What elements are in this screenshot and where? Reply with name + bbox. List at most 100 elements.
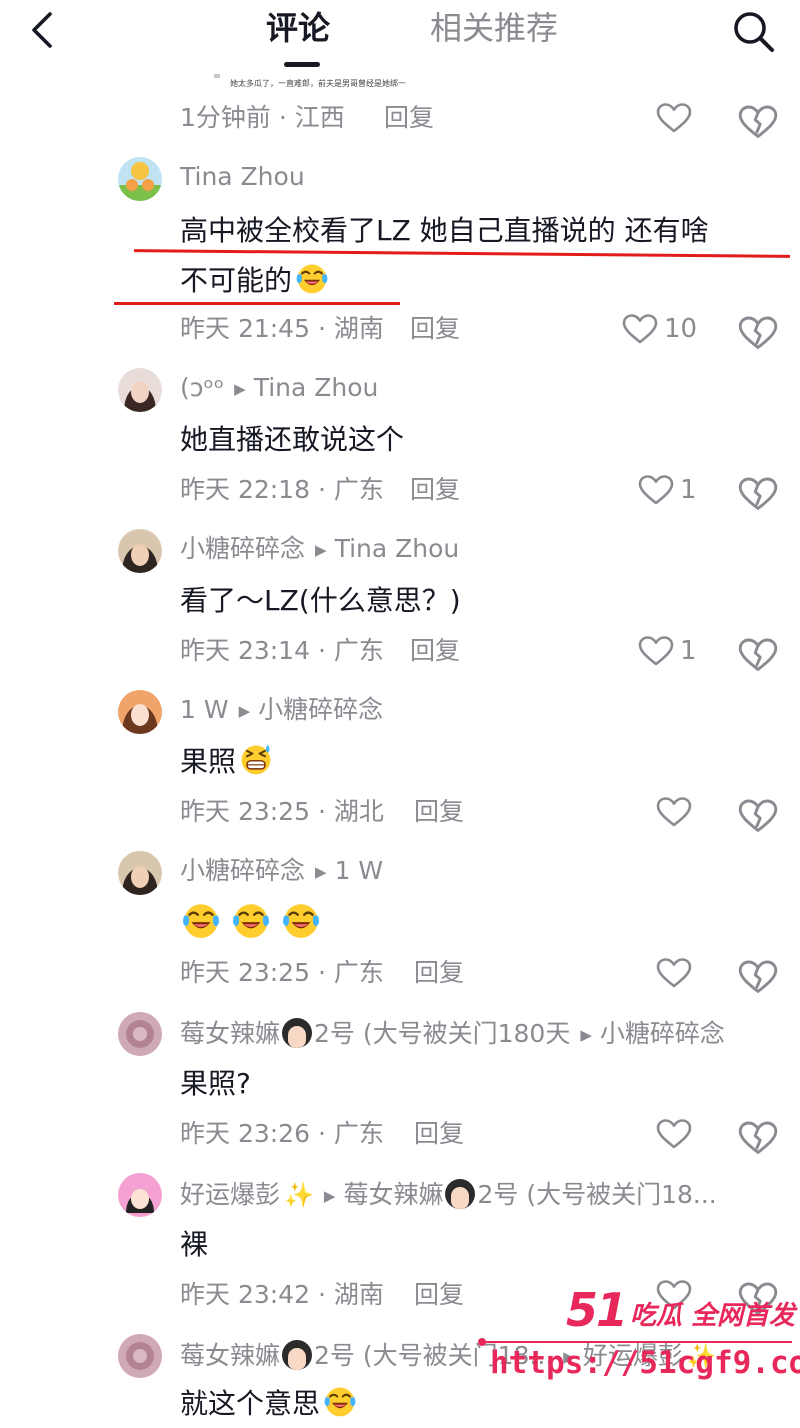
heart-icon — [638, 474, 674, 506]
avatar[interactable] — [118, 529, 162, 573]
reply-button[interactable]: 回复 — [410, 631, 460, 671]
comment-text: 就这个意思 — [180, 1380, 358, 1428]
reply-button[interactable]: 回复 — [410, 309, 460, 349]
dislike-icon[interactable] — [738, 635, 778, 675]
comment-username[interactable]: 小糖碎碎念 — [180, 534, 305, 563]
comment-username-line: (ͻᵒᵒ ▶ Tina Zhou — [180, 368, 378, 408]
crying-laughing-emoji-icon — [180, 899, 222, 941]
like-button[interactable] — [656, 1114, 746, 1154]
dislike-icon[interactable] — [738, 474, 778, 514]
woman-emoji-icon — [282, 1018, 313, 1048]
comment-text-line1: 高中被全校看了LZ 她自己直播说的 还有啥 — [180, 214, 709, 247]
heart-icon — [656, 1118, 692, 1150]
like-count: 1 — [680, 636, 697, 666]
back-arrow-icon[interactable] — [22, 8, 66, 52]
comment-username[interactable]: 小糖碎碎念 — [180, 856, 305, 885]
heart-icon — [622, 313, 658, 345]
red-underline-annotation — [114, 302, 400, 305]
like-button[interactable] — [656, 792, 746, 832]
crying-laughing-emoji-icon — [322, 1383, 358, 1419]
avatar[interactable] — [118, 1173, 162, 1217]
comment-text: 看了～LZ(什么意思？) — [180, 584, 461, 617]
reply-arrow-icon: ▶ — [315, 541, 327, 559]
search-icon[interactable] — [728, 6, 778, 56]
reply-to-username[interactable]: 莓女辣嫲 — [343, 1180, 443, 1209]
like-button[interactable]: 10 — [622, 309, 712, 349]
reply-to-username[interactable]: Tina Zhou — [335, 534, 460, 563]
avatar[interactable] — [118, 690, 162, 734]
like-count: 10 — [664, 314, 698, 344]
avatar[interactable] — [118, 368, 162, 412]
comment-username[interactable]: 1 W — [180, 695, 229, 724]
dislike-icon[interactable] — [738, 1118, 778, 1158]
avatar[interactable] — [118, 157, 162, 201]
dislike-icon[interactable] — [738, 796, 778, 836]
comment-username[interactable]: 莓女辣嫲 — [180, 1019, 280, 1048]
comment-time-location: 昨天 23:25 · 广东 — [180, 958, 384, 987]
woman-emoji-icon — [445, 1179, 476, 1209]
reply-arrow-icon: ▶ — [323, 1187, 336, 1205]
reply-arrow-icon: ▶ — [238, 702, 251, 720]
comment-time-location: 昨天 23:26 · 广东 — [180, 1119, 384, 1148]
comment-time-location: 昨天 23:14 · 广东 — [180, 636, 384, 665]
comment-username[interactable]: (ͻᵒᵒ — [180, 373, 224, 402]
comment-time-location: 昨天 23:25 · 湖北 — [180, 797, 384, 826]
comment-text: 果照? — [180, 1067, 251, 1100]
dislike-icon[interactable] — [738, 102, 778, 142]
comment-text: 裸 — [180, 1228, 209, 1261]
comment-image-snippet[interactable]: 她太多瓜了，一直难郎，前夫是男哥曾经是她绑一 — [212, 70, 442, 92]
reply-button[interactable]: 回复 — [410, 470, 460, 510]
top-bar: 评论 相关推荐 — [0, 0, 800, 70]
reply-arrow-icon: ▶ — [580, 1026, 592, 1044]
avatar[interactable] — [118, 1012, 162, 1056]
comment-time-location: 1分钟前 · 江西 — [180, 103, 345, 132]
image-fragment — [214, 74, 220, 78]
comment-time-location: 昨天 22:18 · 广东 — [180, 475, 384, 504]
heart-icon — [656, 796, 692, 828]
reply-button[interactable]: 回复 — [414, 792, 464, 832]
reply-to-username[interactable]: 1 W — [335, 856, 384, 885]
image-snippet-text: 她太多瓜了，一直难郎，前夫是男哥曾经是她绑一 — [230, 79, 406, 88]
watermark-url: https://51cgf9.com — [490, 1345, 800, 1381]
reply-arrow-icon: ▶ — [234, 380, 246, 398]
reply-button[interactable]: 回复 — [414, 1275, 464, 1315]
reply-to-username-suffix[interactable]: 2号 (大号被关门18... — [477, 1180, 716, 1209]
comment-username[interactable]: 好运爆彭 — [180, 1180, 280, 1209]
heart-icon — [656, 957, 692, 989]
reply-to-username[interactable]: 小糖碎碎念 — [600, 1019, 725, 1048]
sparkles-emoji-icon: ✨ — [284, 1181, 314, 1209]
like-button[interactable] — [656, 953, 746, 993]
comment-username[interactable]: Tina Zhou — [180, 157, 305, 197]
like-button[interactable]: 1 — [638, 470, 728, 510]
active-tab-indicator — [284, 62, 320, 67]
comment-time-location: 昨天 21:45 · 湖南 — [180, 314, 384, 343]
like-button[interactable] — [656, 98, 746, 138]
tab-comments[interactable]: 评论 — [266, 6, 330, 50]
dislike-icon[interactable] — [738, 957, 778, 997]
dislike-icon[interactable] — [738, 313, 778, 353]
comment-username-line: 小糖碎碎念 ▶ 1 W — [180, 851, 383, 891]
comment-username[interactable]: 莓女辣嫲 — [180, 1341, 280, 1370]
reply-to-username[interactable]: Tina Zhou — [254, 373, 379, 402]
comment-time-location: 昨天 23:42 · 湖南 — [180, 1280, 384, 1309]
grinning-sweat-emoji-icon — [238, 741, 274, 777]
comment-text-line2: 不可能的 — [180, 257, 330, 305]
comment-username-suffix[interactable]: 2号 (大号被关门180天 — [314, 1019, 570, 1048]
crying-laughing-emoji-icon — [294, 260, 330, 296]
crying-laughing-emoji-icon — [280, 899, 322, 941]
avatar[interactable] — [118, 1334, 162, 1378]
like-button[interactable]: 1 — [638, 631, 728, 671]
watermark-brand-text: 吃瓜 全网首发 — [630, 1301, 796, 1331]
like-count: 1 — [680, 475, 697, 505]
comment-text: 果照 — [180, 738, 274, 786]
reply-to-username[interactable]: 小糖碎碎念 — [258, 695, 383, 724]
avatar[interactable] — [118, 851, 162, 895]
reply-button[interactable]: 回复 — [384, 98, 434, 138]
reply-button[interactable]: 回复 — [414, 953, 464, 993]
woman-emoji-icon — [282, 1340, 313, 1370]
watermark: 51 吃瓜 全网首发 https://51cgf9.com — [478, 1283, 800, 1407]
reply-button[interactable]: 回复 — [414, 1114, 464, 1154]
tab-related-recommendations[interactable]: 相关推荐 — [430, 6, 558, 50]
heart-icon — [638, 635, 674, 667]
comment-username-line: 1 W ▶ 小糖碎碎念 — [180, 690, 383, 730]
